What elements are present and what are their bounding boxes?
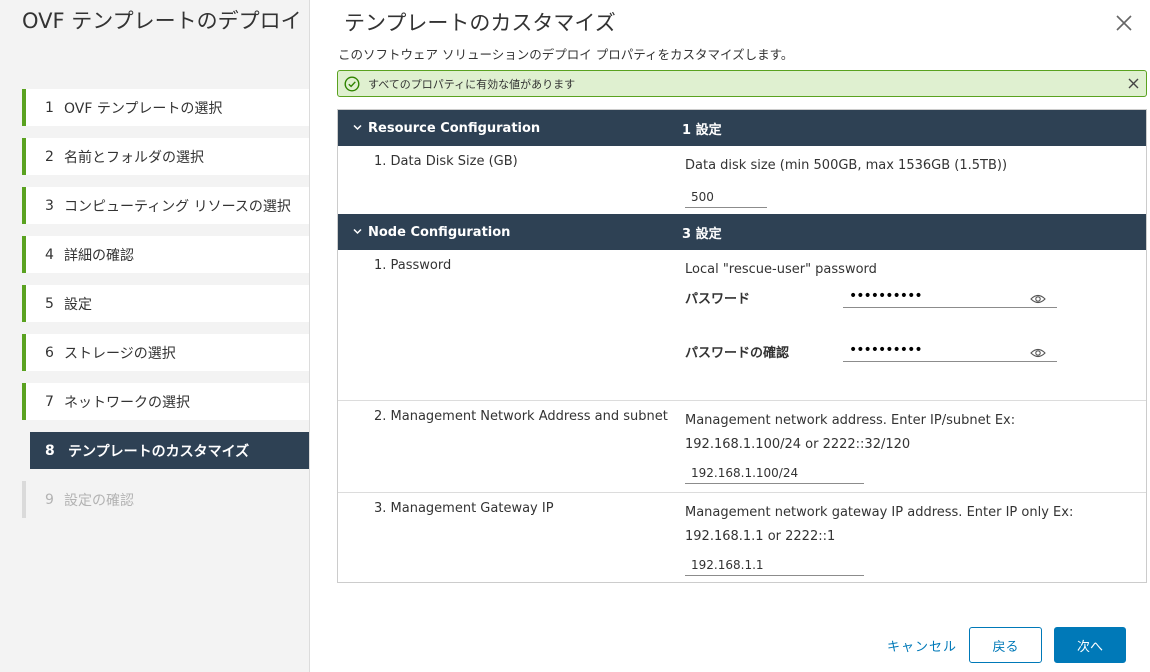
step-review-details[interactable]: 4 詳細の確認 [22,236,309,273]
password-input[interactable] [843,284,1057,308]
mgmt-network-address-input[interactable] [685,462,864,484]
wizard-sidebar: OVF テンプレートのデプロイ 1 OVF テンプレートの選択 2 名前とフォル… [0,0,310,672]
properties-panel: Resource Configuration 1 設定 1. Data Disk… [337,109,1147,583]
step-label: 設定の確認 [64,492,134,509]
group-name: Node Configuration [368,224,511,240]
password-label: パスワード [685,292,751,307]
step-number: 2 [45,148,54,165]
close-icon[interactable] [1113,12,1135,34]
step-select-ovf[interactable]: 1 OVF テンプレートの選択 [22,89,309,126]
property-label: 3. Management Gateway IP [374,501,554,516]
property-description: Management network gateway IP address. E… [685,505,1074,544]
property-description: Data disk size (min 500GB, max 1536GB (1… [685,158,1008,173]
step-ready-complete: 9 設定の確認 [22,481,309,518]
step-label: テンプレートのカスタマイズ [68,443,250,460]
property-description: Local "rescue-user" password [685,262,877,277]
step-number: 3 [45,197,54,214]
next-button[interactable]: 次へ [1054,627,1126,663]
eye-icon[interactable] [1030,290,1046,304]
step-label: ストレージの選択 [64,345,176,362]
property-label: 1. Data Disk Size (GB) [374,154,518,169]
chevron-down-icon [352,226,363,237]
mgmt-gateway-input[interactable] [685,554,864,576]
step-number: 4 [45,246,54,263]
step-customize-template[interactable]: 8 テンプレートのカスタマイズ [22,432,309,469]
check-circle-icon [344,75,360,92]
step-number: 7 [45,393,54,410]
property-row-data-disk-size: 1. Data Disk Size (GB) Data disk size (m… [338,146,1146,214]
step-label: 名前とフォルダの選択 [64,149,204,166]
property-label: 2. Management Network Address and subnet [374,409,668,424]
step-label: 詳細の確認 [64,247,134,264]
wizard-title: OVF テンプレートのデプロイ [22,9,302,33]
step-select-network[interactable]: 7 ネットワークの選択 [22,383,309,420]
step-label: コンピューティング リソースの選択 [64,198,291,215]
chevron-down-icon [352,122,363,133]
data-disk-size-input[interactable] [685,186,767,208]
step-select-storage[interactable]: 6 ストレージの選択 [22,334,309,371]
step-label: ネットワークの選択 [64,394,190,411]
group-header-node-configuration[interactable]: Node Configuration 3 設定 [338,214,1146,250]
success-alert: すべてのプロパティに有効な値があります [337,70,1147,97]
property-description: Management network address. Enter IP/sub… [685,413,1016,452]
step-configuration[interactable]: 5 設定 [22,285,309,322]
page-subtitle: このソフトウェア ソリューションのデプロイ プロパティをカスタマイズします。 [338,47,794,62]
alert-message: すべてのプロパティに有効な値があります [368,77,576,91]
group-header-resource-configuration[interactable]: Resource Configuration 1 設定 [338,110,1146,146]
step-number: 1 [45,99,54,116]
step-compute-resource[interactable]: 3 コンピューティング リソースの選択 [22,187,309,224]
group-count: 1 設定 [682,122,722,138]
step-number: 8 [45,442,55,459]
alert-close-icon[interactable] [1126,76,1141,91]
step-number: 9 [45,491,54,508]
property-label: 1. Password [374,258,452,273]
back-button[interactable]: 戻る [969,627,1042,663]
step-name-folder[interactable]: 2 名前とフォルダの選択 [22,138,309,175]
cancel-button[interactable]: キャンセル [884,627,960,663]
step-label: 設定 [64,296,92,313]
confirm-password-label: パスワードの確認 [685,346,790,361]
page-title: テンプレートのカスタマイズ [344,11,616,35]
group-count: 3 設定 [682,226,722,242]
step-number: 6 [45,344,54,361]
property-row-password: 1. Password Local "rescue-user" password… [338,250,1146,401]
property-row-mgmt-gateway: 3. Management Gateway IP Management netw… [338,493,1146,582]
property-row-mgmt-network-address: 2. Management Network Address and subnet… [338,401,1146,493]
step-label: OVF テンプレートの選択 [64,100,223,117]
step-number: 5 [45,295,54,312]
confirm-password-input[interactable] [843,338,1057,362]
group-name: Resource Configuration [368,120,541,136]
eye-icon[interactable] [1030,344,1046,358]
